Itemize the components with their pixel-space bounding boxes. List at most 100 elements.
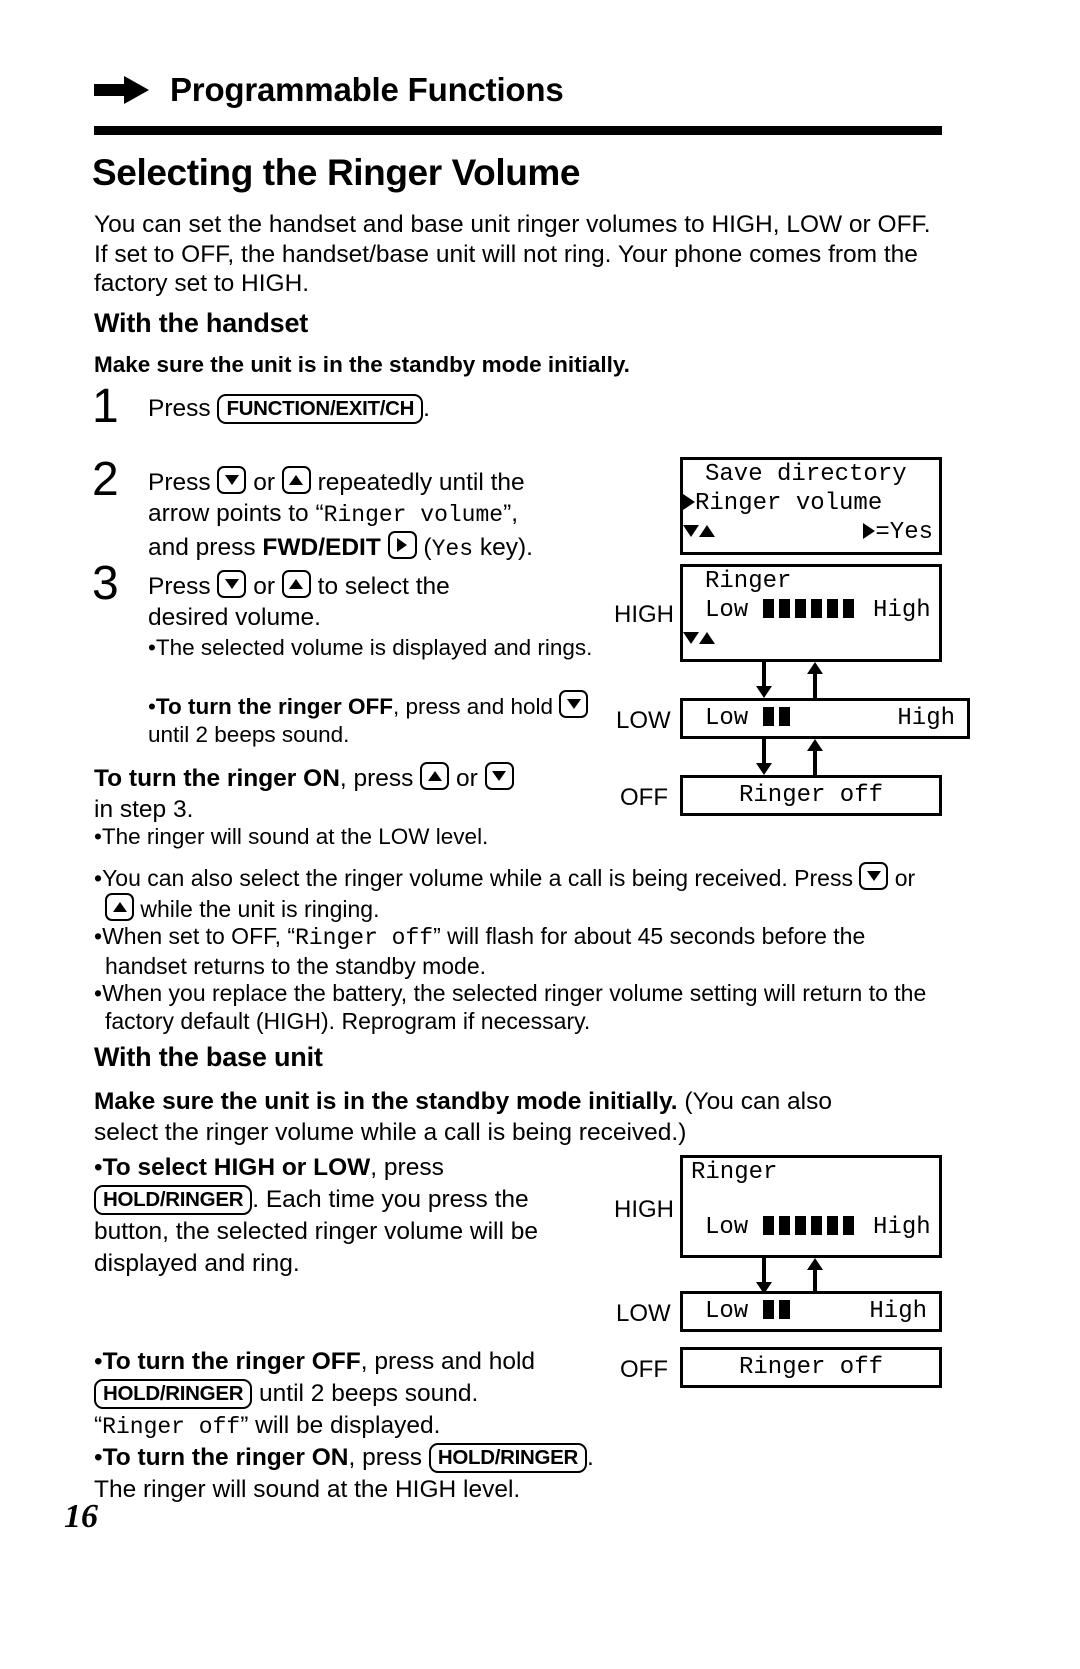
section-heading-handset: With the handset xyxy=(94,308,309,338)
lcd-off-text: Ringer off xyxy=(738,782,884,809)
up-arrow-key[interactable] xyxy=(281,466,311,494)
page-header: Programmable Functions xyxy=(94,62,944,118)
intro-paragraph: You can set the handset and base unit ri… xyxy=(94,211,931,297)
down-arrow-key[interactable] xyxy=(859,862,889,890)
base-unit-bullet-1-mid: , press xyxy=(370,1154,444,1181)
lcd-high-line1: Ringer xyxy=(705,568,792,595)
volume-bar-segment xyxy=(826,1216,838,1235)
lcd-high-label: HIGH xyxy=(614,601,674,628)
lcd-base-high-label: HIGH xyxy=(614,1196,674,1223)
hold-ringer-key[interactable]: HOLD/RINGER xyxy=(428,1443,588,1473)
note-2-a: When set to OFF, “ xyxy=(102,923,296,949)
lcd-low-left: Low xyxy=(705,704,795,733)
base-unit-bullet-2-mid: , press and hold xyxy=(360,1348,536,1375)
step-2-line2-lead: arrow points to “ xyxy=(148,500,324,527)
step-2-line2-tail: ”, xyxy=(503,500,519,527)
step-1-text: Press FUNCTION/EXIT/CH. xyxy=(148,385,430,424)
down-arrow-key[interactable] xyxy=(559,690,589,718)
connector-arrows-base-high-low xyxy=(755,1258,865,1294)
hold-ringer-key[interactable]: HOLD/RINGER xyxy=(94,1185,253,1215)
down-arrow-key[interactable] xyxy=(217,466,247,494)
volume-bar-segment xyxy=(826,599,838,618)
base-unit-bullet-2: •To turn the ringer OFF, press and hold … xyxy=(94,1346,654,1443)
step-3-tail: to select the xyxy=(310,573,450,600)
step-1-press-label: Press xyxy=(148,395,218,422)
step-3-line2: desired volume. xyxy=(148,604,321,631)
lcd-menu-panel: Save directory Ringer volume =Yes xyxy=(680,457,942,555)
base-unit-bullet-3-mid: , press xyxy=(348,1444,429,1471)
step-3: 3 Press or to select the desired volume. xyxy=(92,560,592,633)
step-2-number: 2 xyxy=(92,453,119,506)
triangle-down-icon xyxy=(683,632,699,644)
volume-bar-segment xyxy=(762,599,774,618)
volume-bar-segment xyxy=(794,599,806,618)
handset-subbullet-2-bold: To turn the ringer OFF xyxy=(155,694,393,719)
lcd-high-panel: Ringer Low High xyxy=(680,564,942,662)
header-title: Programmable Functions xyxy=(170,71,564,108)
turn-on-bold: To turn the ringer ON xyxy=(94,765,340,792)
up-arrow-key[interactable] xyxy=(281,570,311,598)
volume-bar-segment xyxy=(810,599,822,618)
base-unit-bullet-3: •To turn the ringer ON, press HOLD/RINGE… xyxy=(94,1442,694,1506)
triangle-up-icon xyxy=(699,525,715,537)
step-2-tail-1: repeatedly until the xyxy=(310,469,525,496)
bullet-dot-icon: • xyxy=(94,980,103,1006)
lcd-high-nav xyxy=(683,625,939,654)
base-unit-bullet-1: •To select HIGH or LOW, press HOLD/RINGE… xyxy=(94,1152,594,1280)
base-unit-bullet-3-sub: The ringer will sound at the HIGH level. xyxy=(94,1476,521,1503)
lcd-off-label: OFF xyxy=(620,784,668,811)
step-2-paren-close: key). xyxy=(473,534,533,561)
volume-bar-segment xyxy=(778,1300,790,1319)
handset-subbullet-2-mid: , press and hold xyxy=(392,694,560,719)
page-number: 16 xyxy=(64,1498,98,1535)
lcd-low-panel: Low High xyxy=(680,698,970,739)
step-2-press-label: Press xyxy=(148,469,218,496)
up-arrow-key[interactable] xyxy=(420,762,450,790)
lcd-low-low-label: Low xyxy=(705,705,749,732)
lcd-menu-line1: Save directory xyxy=(705,461,907,488)
up-arrow-key[interactable] xyxy=(105,892,134,921)
pointer-right-icon xyxy=(683,494,695,510)
lcd-menu-line3: =Yes xyxy=(683,518,939,547)
turn-on-or: or xyxy=(449,765,485,792)
note-3-a: When you replace the battery, the select… xyxy=(102,980,927,1034)
base-unit-bullet-2-sub-rest: ” will be displayed. xyxy=(240,1412,441,1439)
volume-bar-segment xyxy=(778,599,790,618)
bullet-dot-icon: • xyxy=(148,694,156,719)
lcd-base-off-label: OFF xyxy=(620,1356,668,1383)
handset-subbullet-2-tail: until 2 beeps sound. xyxy=(148,722,350,747)
turn-on-note-text: The ringer will sound at the LOW level. xyxy=(101,824,489,849)
handset-notes: • You can also select the ringer volume w… xyxy=(94,862,946,1035)
triangle-up-icon xyxy=(699,632,715,644)
note-1-b: or xyxy=(888,865,916,891)
fwd-edit-label: FWD/EDIT xyxy=(262,534,381,561)
hold-ringer-key[interactable]: HOLD/RINGER xyxy=(94,1379,253,1409)
volume-bar-segment xyxy=(794,1216,806,1235)
note-1-c: while the unit is ringing. xyxy=(134,895,380,922)
function-exit-ch-key[interactable]: FUNCTION/EXIT/CH xyxy=(217,394,424,424)
step-3-text: Press or to select the desired volume. xyxy=(148,562,450,633)
volume-bar-segment xyxy=(810,1216,822,1235)
base-unit-bullet-3-bold: To turn the ringer ON xyxy=(102,1444,349,1471)
down-arrow-key[interactable] xyxy=(217,570,247,598)
lcd-base-high-high-label: High xyxy=(873,1214,931,1241)
lcd-base-low-low-label: Low xyxy=(705,1298,749,1325)
manual-page: Programmable Functions Selecting the Rin… xyxy=(0,0,1080,1669)
step-2-line3-lead: and press xyxy=(148,534,263,561)
base-unit-bullet-2-mono: Ringer off xyxy=(102,1414,241,1440)
connector-arrows-high-low xyxy=(755,662,865,698)
yes-key-name: Yes xyxy=(431,536,474,562)
bullet-dot-icon: • xyxy=(94,1154,103,1181)
volume-bar-segment xyxy=(778,707,790,726)
note-2-mono: Ringer off xyxy=(295,925,434,951)
turn-ringer-on-paragraph: To turn the ringer ON, press or in step … xyxy=(94,762,614,825)
right-arrow-key[interactable] xyxy=(387,531,417,559)
handset-standby-note: Make sure the unit is in the standby mod… xyxy=(94,352,630,377)
handset-subbullet-1-text: The selected volume is displayed and rin… xyxy=(155,635,593,660)
volume-bar-segment xyxy=(842,1216,854,1235)
down-arrow-key[interactable] xyxy=(484,762,514,790)
note-1-a: You can also select the ringer volume wh… xyxy=(102,865,860,891)
base-unit-bullet-2-quote-open: “ xyxy=(94,1412,103,1439)
lcd-high-high-label: High xyxy=(873,597,931,624)
base-unit-bullet-2-bold: To turn the ringer OFF xyxy=(102,1348,361,1375)
